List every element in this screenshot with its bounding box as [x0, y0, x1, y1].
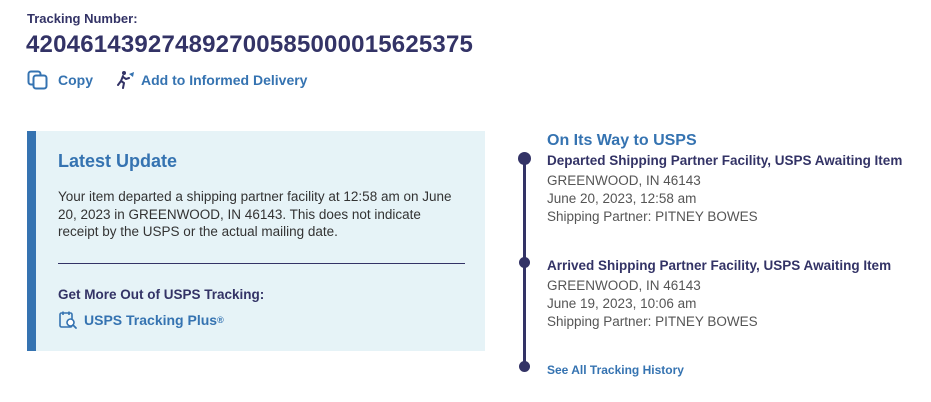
tracking-actions: Copy Add to Informed Delivery [27, 70, 307, 90]
event-partner: Shipping Partner: PITNEY BOWES [547, 314, 758, 329]
event-location: GREENWOOD, IN 46143 [547, 278, 701, 293]
get-more-title: Get More Out of USPS Tracking: [58, 287, 265, 302]
divider [58, 263, 465, 264]
timeline-dot-current [518, 152, 531, 165]
copy-button[interactable]: Copy [27, 70, 93, 90]
latest-update-panel: Latest Update Your item departed a shipp… [27, 131, 485, 351]
tracking-number-label: Tracking Number: [27, 11, 138, 26]
event-title: Arrived Shipping Partner Facility, USPS … [547, 258, 892, 273]
add-to-informed-delivery-button[interactable]: Add to Informed Delivery [115, 70, 307, 90]
latest-update-title: Latest Update [58, 151, 178, 171]
see-all-tracking-history-link[interactable]: See All Tracking History [547, 363, 684, 377]
tracking-plus-label: USPS Tracking Plus [84, 312, 218, 328]
usps-tracking-plus-link[interactable]: USPS Tracking Plus ® [58, 310, 224, 330]
status-heading: On Its Way to USPS [547, 132, 697, 149]
copy-icon [27, 70, 48, 90]
copy-label: Copy [58, 72, 93, 88]
event-title: Departed Shipping Partner Facility, USPS… [547, 153, 903, 168]
tracking-plus-icon [58, 310, 78, 330]
event-partner: Shipping Partner: PITNEY BOWES [547, 209, 758, 224]
informed-delivery-label: Add to Informed Delivery [141, 72, 308, 88]
tracking-event: Arrived Shipping Partner Facility, USPS … [547, 258, 891, 331]
timeline-dot [519, 257, 530, 268]
tracking-number: 420461439274892700585000015625375 [26, 31, 474, 58]
event-datetime: June 19, 2023, 10:06 am [547, 296, 697, 311]
informed-delivery-icon [115, 70, 135, 90]
timeline-dot-end [519, 361, 530, 372]
tracking-event: Departed Shipping Partner Facility, USPS… [547, 153, 902, 226]
registered-mark: ® [217, 315, 224, 325]
latest-update-text: Your item departed a shipping partner fa… [58, 189, 452, 239]
event-datetime: June 20, 2023, 12:58 am [547, 191, 697, 206]
event-location: GREENWOOD, IN 46143 [547, 173, 701, 188]
